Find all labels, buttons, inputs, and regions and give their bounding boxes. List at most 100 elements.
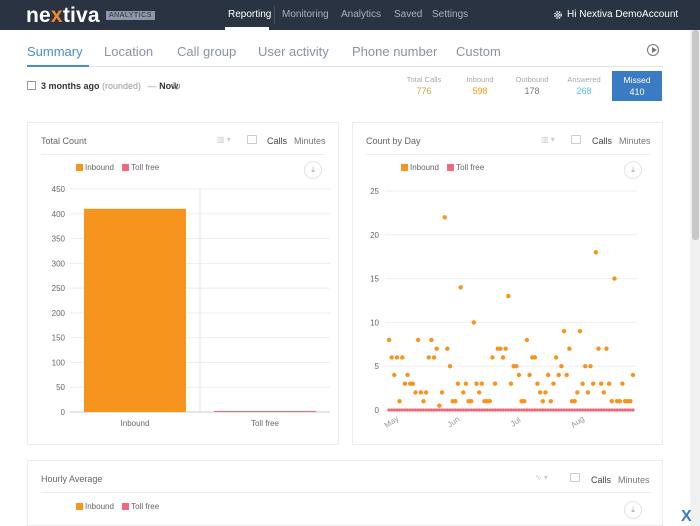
y-tick-label: 20: [370, 231, 379, 240]
point-inbound: [394, 355, 400, 360]
point-inbound: [479, 381, 485, 386]
point-inbound: [439, 390, 445, 395]
bar-inbound: [84, 208, 186, 412]
legend-swatch-inbound: [401, 164, 408, 171]
point-inbound: [386, 337, 392, 343]
analytics-tag: ANALYTICS: [106, 11, 155, 20]
point-inbound: [567, 346, 572, 351]
bar-toll-free: [214, 411, 316, 412]
line-chart-icon[interactable]: ∿ ▾: [535, 473, 548, 482]
chart-type-icon[interactable]: ▥ ▾: [541, 135, 555, 144]
point-inbound: [410, 381, 416, 386]
nextiva-x-icon[interactable]: X: [681, 508, 692, 526]
point-inbound: [575, 390, 580, 395]
point-inbound: [561, 328, 567, 334]
stat-total-calls[interactable]: Total Calls 776: [399, 75, 449, 96]
point-inbound: [516, 372, 522, 378]
download-icon[interactable]: ⤓: [624, 161, 642, 179]
range-separator: —: [147, 81, 157, 91]
y-tick-label: 350: [52, 235, 66, 244]
legend-label-inbound[interactable]: Inbound: [85, 502, 114, 511]
legend-label-inbound[interactable]: Inbound: [85, 163, 114, 172]
tab-phone-number[interactable]: Phone number: [352, 44, 437, 59]
stat-inbound[interactable]: Inbound 598: [455, 75, 505, 96]
point-inbound: [400, 355, 405, 360]
download-icon[interactable]: ⤓: [304, 161, 322, 179]
calendar-icon[interactable]: [27, 81, 36, 90]
card-divider: [366, 154, 650, 155]
nav-monitoring[interactable]: Monitoring: [282, 9, 329, 20]
stat-outbound[interactable]: Outbound 178: [507, 75, 557, 96]
legend-swatch-inbound: [76, 503, 83, 510]
legend-label-inbound[interactable]: Inbound: [410, 163, 439, 172]
calls-toggle[interactable]: Calls: [591, 475, 611, 485]
image-icon[interactable]: [247, 135, 257, 144]
point-inbound: [548, 399, 553, 404]
point-inbound: [413, 390, 418, 395]
point-inbound: [585, 390, 591, 395]
point-inbound: [601, 390, 607, 395]
point-inbound: [463, 381, 469, 386]
point-inbound: [524, 337, 530, 343]
point-inbound: [535, 381, 540, 386]
point-inbound: [474, 381, 479, 386]
nav-reporting[interactable]: Reporting: [228, 9, 271, 20]
point-inbound: [442, 215, 447, 220]
stat-value: 776: [416, 86, 432, 96]
image-icon[interactable]: [570, 473, 580, 482]
point-inbound: [596, 346, 601, 351]
scrollbar-thumb[interactable]: [692, 30, 699, 240]
count-by-day-card: Count by Day ▥ ▾ Calls Minutes Inbound T…: [352, 122, 663, 445]
nav-settings[interactable]: Settings: [432, 9, 468, 20]
point-inbound: [431, 355, 437, 360]
y-tick-label: 100: [52, 358, 66, 367]
minutes-toggle[interactable]: Minutes: [294, 136, 326, 146]
stat-missed[interactable]: Missed 410: [612, 71, 662, 101]
date-range-picker[interactable]: 3 months ago (rounded) — Now: [41, 81, 178, 91]
user-account-menu[interactable]: Hi Nextiva DemoAccount: [567, 9, 678, 20]
nav-analytics[interactable]: Analytics: [341, 9, 381, 20]
point-inbound: [577, 328, 583, 334]
point-inbound: [580, 381, 585, 386]
point-inbound: [604, 346, 609, 351]
calls-toggle[interactable]: Calls: [267, 136, 287, 146]
x-tick-label: Jun: [446, 415, 462, 430]
y-tick-label: 10: [370, 318, 379, 327]
total-count-card: Total Count ▥ ▾ Calls Minutes Inbound To…: [27, 122, 339, 445]
image-icon[interactable]: [571, 135, 581, 144]
tab-custom[interactable]: Custom: [456, 44, 501, 59]
tab-location[interactable]: Location: [104, 44, 153, 59]
legend-label-tollfree[interactable]: Toll free: [456, 163, 484, 172]
point-inbound: [628, 399, 633, 404]
legend-label-tollfree[interactable]: Toll free: [131, 163, 159, 172]
minutes-toggle[interactable]: Minutes: [618, 475, 650, 485]
calls-toggle[interactable]: Calls: [592, 136, 612, 146]
stat-value: 268: [576, 86, 592, 96]
play-icon[interactable]: [647, 44, 659, 56]
point-inbound: [583, 364, 588, 369]
stat-answered[interactable]: Answered 268: [559, 75, 609, 96]
point-inbound: [540, 399, 546, 404]
tab-user-activity[interactable]: User activity: [258, 44, 329, 59]
stat-label: Answered: [567, 75, 601, 84]
point-inbound: [556, 372, 561, 378]
nav-saved[interactable]: Saved: [394, 9, 422, 20]
point-inbound: [490, 355, 495, 360]
point-inbound: [455, 381, 461, 386]
point-inbound: [476, 390, 482, 395]
tab-summary[interactable]: Summary: [27, 44, 83, 59]
chart-type-icon[interactable]: ▥ ▾: [217, 135, 231, 144]
point-inbound: [553, 355, 559, 360]
minutes-toggle[interactable]: Minutes: [619, 136, 651, 146]
point-inbound: [402, 381, 408, 386]
tab-call-group[interactable]: Call group: [177, 44, 236, 59]
nextiva-logo[interactable]: nextiva: [26, 4, 100, 28]
point-inbound: [418, 390, 424, 395]
point-inbound: [617, 399, 622, 404]
point-inbound: [426, 355, 431, 360]
download-icon[interactable]: ⤓: [624, 501, 642, 519]
legend-swatch-inbound: [76, 164, 83, 171]
legend-label-tollfree[interactable]: Toll free: [131, 502, 159, 511]
gear-icon[interactable]: [553, 10, 563, 20]
refresh-icon[interactable]: ↻: [172, 80, 181, 93]
